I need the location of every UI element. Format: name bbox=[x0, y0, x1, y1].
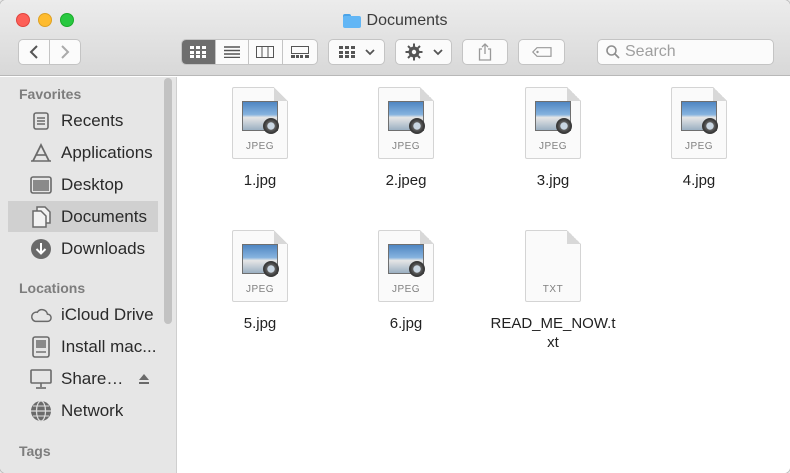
file-name: 3.jpg bbox=[536, 172, 570, 189]
sidebar-item-label: Documents bbox=[61, 206, 147, 226]
grid-group-icon bbox=[338, 46, 355, 58]
globe-icon bbox=[30, 399, 52, 422]
action-button[interactable] bbox=[395, 39, 452, 65]
download-icon bbox=[30, 238, 52, 260]
sidebar-item-label: Recents bbox=[61, 110, 124, 130]
file-item[interactable]: JPEG 2.jpeg bbox=[346, 87, 466, 190]
sidebar-item-downloads[interactable]: Downloads bbox=[8, 233, 158, 264]
sidebar-item-label: Install mac... bbox=[61, 336, 157, 356]
chevron-down-icon bbox=[364, 48, 375, 55]
sidebar-item-icloud-drive[interactable]: iCloud Drive bbox=[8, 299, 158, 330]
file-type-label: JPEG bbox=[391, 284, 421, 295]
file-grid: JPEG 1.jpg JPEG 2.jpeg JPEG 3.jpg JPEG 4… bbox=[178, 77, 790, 473]
sidebar-item-desktop[interactable]: Desktop bbox=[8, 169, 158, 200]
disk-icon bbox=[30, 335, 52, 358]
sidebar-item-network[interactable]: Network bbox=[8, 395, 158, 426]
sidebar-item-documents[interactable]: Documents bbox=[8, 201, 158, 232]
sidebar-item-shared[interactable]: Shared... bbox=[8, 363, 158, 394]
list-view-button[interactable] bbox=[216, 40, 249, 64]
tags-heading: Tags bbox=[19, 443, 51, 459]
document-icon bbox=[30, 205, 52, 228]
file-item[interactable]: TXT READ_ME_NOW.txt bbox=[490, 230, 616, 352]
gallery-view-button[interactable] bbox=[283, 40, 317, 64]
file-item[interactable]: JPEG 3.jpg bbox=[493, 87, 613, 190]
file-name: 4.jpg bbox=[682, 172, 716, 189]
file-type-label: JPEG bbox=[684, 141, 714, 152]
file-item[interactable]: JPEG 5.jpg bbox=[200, 230, 320, 333]
sidebar-item-recents[interactable]: Recents bbox=[8, 105, 158, 136]
sidebar-item-label: iCloud Drive bbox=[61, 304, 154, 324]
sidebar-item-label: Applications bbox=[61, 142, 153, 162]
file-name: 6.jpg bbox=[389, 315, 423, 332]
file-type-label: JPEG bbox=[391, 141, 421, 152]
file-item[interactable]: JPEG 4.jpg bbox=[639, 87, 759, 190]
file-type-label: JPEG bbox=[245, 284, 275, 295]
file-name: 1.jpg bbox=[243, 172, 277, 189]
column-view-button[interactable] bbox=[249, 40, 283, 64]
file-type-label: JPEG bbox=[245, 141, 275, 152]
sidebar-item-label: Network bbox=[61, 400, 124, 420]
sidebar-item-label: Downloads bbox=[61, 238, 146, 258]
share-button[interactable] bbox=[462, 39, 508, 65]
jpeg-file-icon: JPEG bbox=[525, 87, 581, 159]
columns-icon bbox=[256, 46, 275, 58]
cloud-icon bbox=[30, 304, 52, 326]
file-name: READ_ME_NOW.txt bbox=[490, 315, 616, 351]
jpeg-file-icon: JPEG bbox=[671, 87, 727, 159]
text-file-icon: TXT bbox=[525, 230, 581, 302]
jpeg-file-icon: JPEG bbox=[378, 87, 434, 159]
group-button[interactable] bbox=[328, 39, 385, 65]
clock-icon bbox=[30, 110, 52, 132]
sidebar-scrollbar[interactable] bbox=[164, 78, 172, 324]
back-button[interactable] bbox=[19, 40, 50, 64]
window-title: Documents bbox=[0, 12, 790, 30]
locations-heading: Locations bbox=[19, 280, 86, 296]
sidebar-item-applications[interactable]: Applications bbox=[8, 137, 158, 168]
file-type-label: JPEG bbox=[538, 141, 568, 152]
grid-icon bbox=[190, 46, 207, 58]
jpeg-file-icon: JPEG bbox=[232, 230, 288, 302]
chevron-left-icon bbox=[29, 45, 38, 59]
file-name: 5.jpg bbox=[243, 315, 277, 332]
eject-icon[interactable] bbox=[138, 373, 150, 385]
jpeg-file-icon: JPEG bbox=[232, 87, 288, 159]
desktop-icon bbox=[30, 174, 52, 196]
search-input[interactable] bbox=[625, 43, 765, 61]
chevron-down-icon bbox=[432, 48, 443, 55]
favorites-heading: Favorites bbox=[19, 86, 82, 102]
sidebar-item-label: Desktop bbox=[61, 174, 124, 194]
view-switcher bbox=[181, 39, 318, 65]
file-item[interactable]: JPEG 6.jpg bbox=[346, 230, 466, 333]
file-item[interactable]: JPEG 1.jpg bbox=[200, 87, 320, 190]
forward-button[interactable] bbox=[50, 40, 80, 64]
folder-icon bbox=[342, 14, 361, 28]
file-name: 2.jpeg bbox=[385, 172, 427, 189]
list-icon bbox=[223, 46, 240, 58]
sidebar: Favorites Recents Applications Desktop D… bbox=[0, 77, 177, 473]
monitor-icon bbox=[30, 368, 52, 390]
sidebar-item-label: Shared... bbox=[61, 368, 129, 388]
tag-button[interactable] bbox=[518, 39, 565, 65]
chevron-right-icon bbox=[61, 45, 70, 59]
search-icon bbox=[606, 45, 620, 59]
finder-window: Documents Search Favorites Recents Appli… bbox=[0, 0, 790, 473]
share-icon bbox=[478, 43, 492, 61]
nav-buttons bbox=[18, 39, 81, 65]
window-title-text: Documents bbox=[366, 12, 448, 29]
icon-view-button[interactable] bbox=[182, 40, 216, 64]
file-type-label: TXT bbox=[542, 284, 564, 295]
tag-icon bbox=[531, 47, 552, 57]
search-field[interactable] bbox=[597, 39, 774, 65]
gear-icon bbox=[405, 43, 422, 61]
gallery-icon bbox=[290, 46, 309, 58]
applications-icon bbox=[30, 142, 52, 164]
title-toolbar: Documents bbox=[0, 0, 790, 76]
jpeg-file-icon: JPEG bbox=[378, 230, 434, 302]
sidebar-item-install-mac[interactable]: Install mac... bbox=[8, 331, 158, 362]
